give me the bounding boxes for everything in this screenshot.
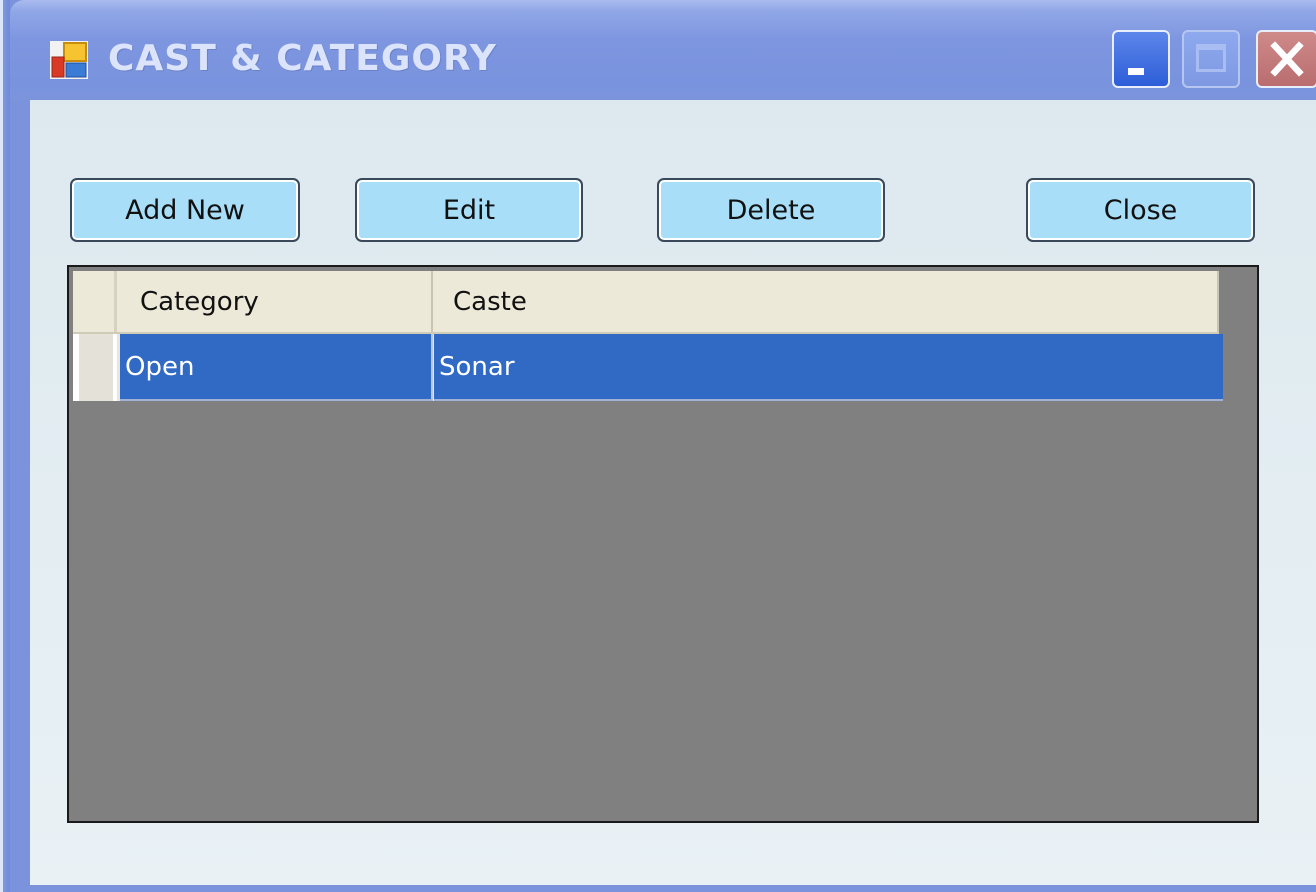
- close-button[interactable]: Close: [1026, 178, 1255, 242]
- close-icon: [1270, 41, 1304, 77]
- title-bar[interactable]: CAST & CATEGORY: [10, 0, 1316, 100]
- row-header[interactable]: [73, 334, 117, 401]
- window-left-border: [0, 0, 10, 892]
- column-header-category[interactable]: Category: [120, 271, 433, 332]
- window-title: CAST & CATEGORY: [108, 38, 497, 79]
- column-header-label: Caste: [453, 286, 527, 317]
- application-icon: [50, 41, 88, 79]
- maximize-button[interactable]: [1182, 30, 1240, 88]
- window-bottom-border: [10, 885, 1316, 892]
- delete-button[interactable]: Delete: [657, 178, 885, 242]
- edit-button[interactable]: Edit: [355, 178, 583, 242]
- close-window-button[interactable]: [1256, 30, 1316, 88]
- column-header-caste[interactable]: Caste: [433, 271, 1219, 332]
- add-new-button[interactable]: Add New: [70, 178, 300, 242]
- cell-caste[interactable]: Sonar: [434, 334, 1223, 401]
- maximize-icon: [1196, 44, 1226, 72]
- grid-header-row: Category Caste: [73, 271, 1219, 334]
- minimize-button[interactable]: [1112, 30, 1170, 88]
- table-row[interactable]: Open Sonar: [73, 334, 1223, 401]
- cell-category[interactable]: Open: [120, 334, 433, 401]
- column-header-label: Category: [140, 286, 259, 317]
- grid-corner-header[interactable]: [73, 271, 117, 332]
- application-window: CAST & CATEGORY Add New Edit Delete Clos…: [0, 0, 1316, 892]
- minimize-icon: [1128, 68, 1144, 75]
- data-grid[interactable]: Category Caste Open Sonar: [67, 265, 1259, 823]
